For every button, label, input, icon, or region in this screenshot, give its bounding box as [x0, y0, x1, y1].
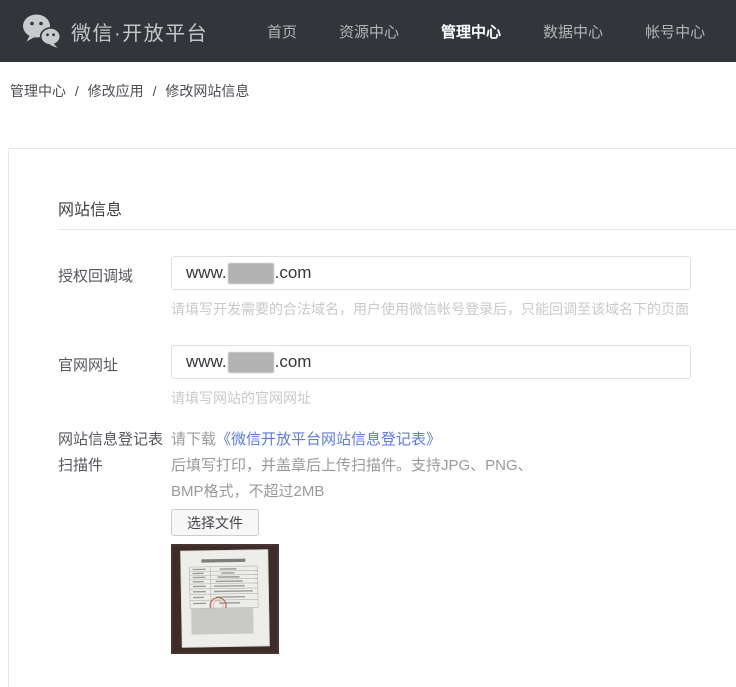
section-divider: [58, 229, 736, 230]
callback-domain-value-prefix: www.: [186, 263, 227, 282]
breadcrumb-separator: /: [152, 83, 157, 99]
registration-scan-label-line2: 扫描件: [58, 457, 104, 474]
nav-item-account-center[interactable]: 帐号中心: [645, 21, 705, 42]
callback-domain-helper: 请填写开发需要的合法域名，用户使用微信帐号登录后，只能回调至该域名下的页面: [171, 301, 689, 317]
breadcrumb-management-center[interactable]: 管理中心: [10, 83, 66, 99]
instruction-line-3: BMP格式，不超过2MB: [171, 483, 325, 500]
callback-domain-input[interactable]: www. .com: [171, 256, 691, 290]
nav-item-data-center[interactable]: 数据中心: [543, 21, 603, 42]
registration-scan-instructions: 请下载《微信开放平台网站信息登记表》 后填写打印，并盖章后上传扫描件。支持JPG…: [171, 427, 533, 505]
registration-form-download-link[interactable]: 《微信开放平台网站信息登记表》: [216, 431, 441, 448]
breadcrumb: 管理中心 / 修改应用 / 修改网站信息: [10, 81, 249, 101]
section-title: 网站信息: [58, 202, 123, 219]
official-site-value-prefix: www.: [186, 352, 227, 371]
instruction-line-2: 后填写打印，并盖章后上传扫描件。支持JPG、PNG、: [171, 457, 533, 474]
redacted-blur: [227, 351, 274, 373]
official-site-label: 官网网址: [58, 357, 119, 374]
breadcrumb-separator: /: [74, 83, 79, 99]
choose-file-button[interactable]: 选择文件: [171, 509, 259, 536]
website-info-card: 网站信息 授权回调域 www. .com 请填写开发需要的合法域名，用户使用微信…: [8, 148, 736, 687]
breadcrumb-current-page: 修改网站信息: [165, 83, 250, 99]
instruction-line-1: 请下载《微信开放平台网站信息登记表》: [171, 427, 533, 453]
breadcrumb-modify-app[interactable]: 修改应用: [88, 83, 144, 99]
registration-scan-label-line1: 网站信息登记表: [58, 431, 164, 448]
scan-redaction-block: [191, 607, 254, 635]
brand-title: 微信·开放平台: [71, 22, 209, 45]
brand-home-link[interactable]: 微信·开放平台: [22, 0, 208, 62]
instruction-prefix: 请下载: [171, 431, 217, 448]
callback-domain-label: 授权回调域: [58, 268, 134, 285]
callback-domain-value-suffix: .com: [274, 263, 312, 282]
redacted-blur: [227, 262, 274, 284]
nav-item-resources[interactable]: 资源中心: [339, 21, 399, 42]
registration-form-scan-photo[interactable]: [171, 544, 279, 654]
primary-nav: 首页 资源中心 管理中心 数据中心 帐号中心: [267, 0, 705, 62]
nav-item-management-center[interactable]: 管理中心: [441, 21, 501, 42]
official-site-input[interactable]: www. .com: [171, 345, 691, 379]
nav-item-home[interactable]: 首页: [267, 21, 297, 42]
wechat-logo-icon: [23, 14, 60, 48]
official-site-helper: 请填写网站的官网网址: [171, 390, 311, 406]
top-navbar: 微信·开放平台 首页 资源中心 管理中心 数据中心 帐号中心: [0, 0, 736, 62]
registration-scan-label: 网站信息登记表 扫描件: [58, 427, 163, 479]
official-site-value-suffix: .com: [274, 352, 312, 371]
